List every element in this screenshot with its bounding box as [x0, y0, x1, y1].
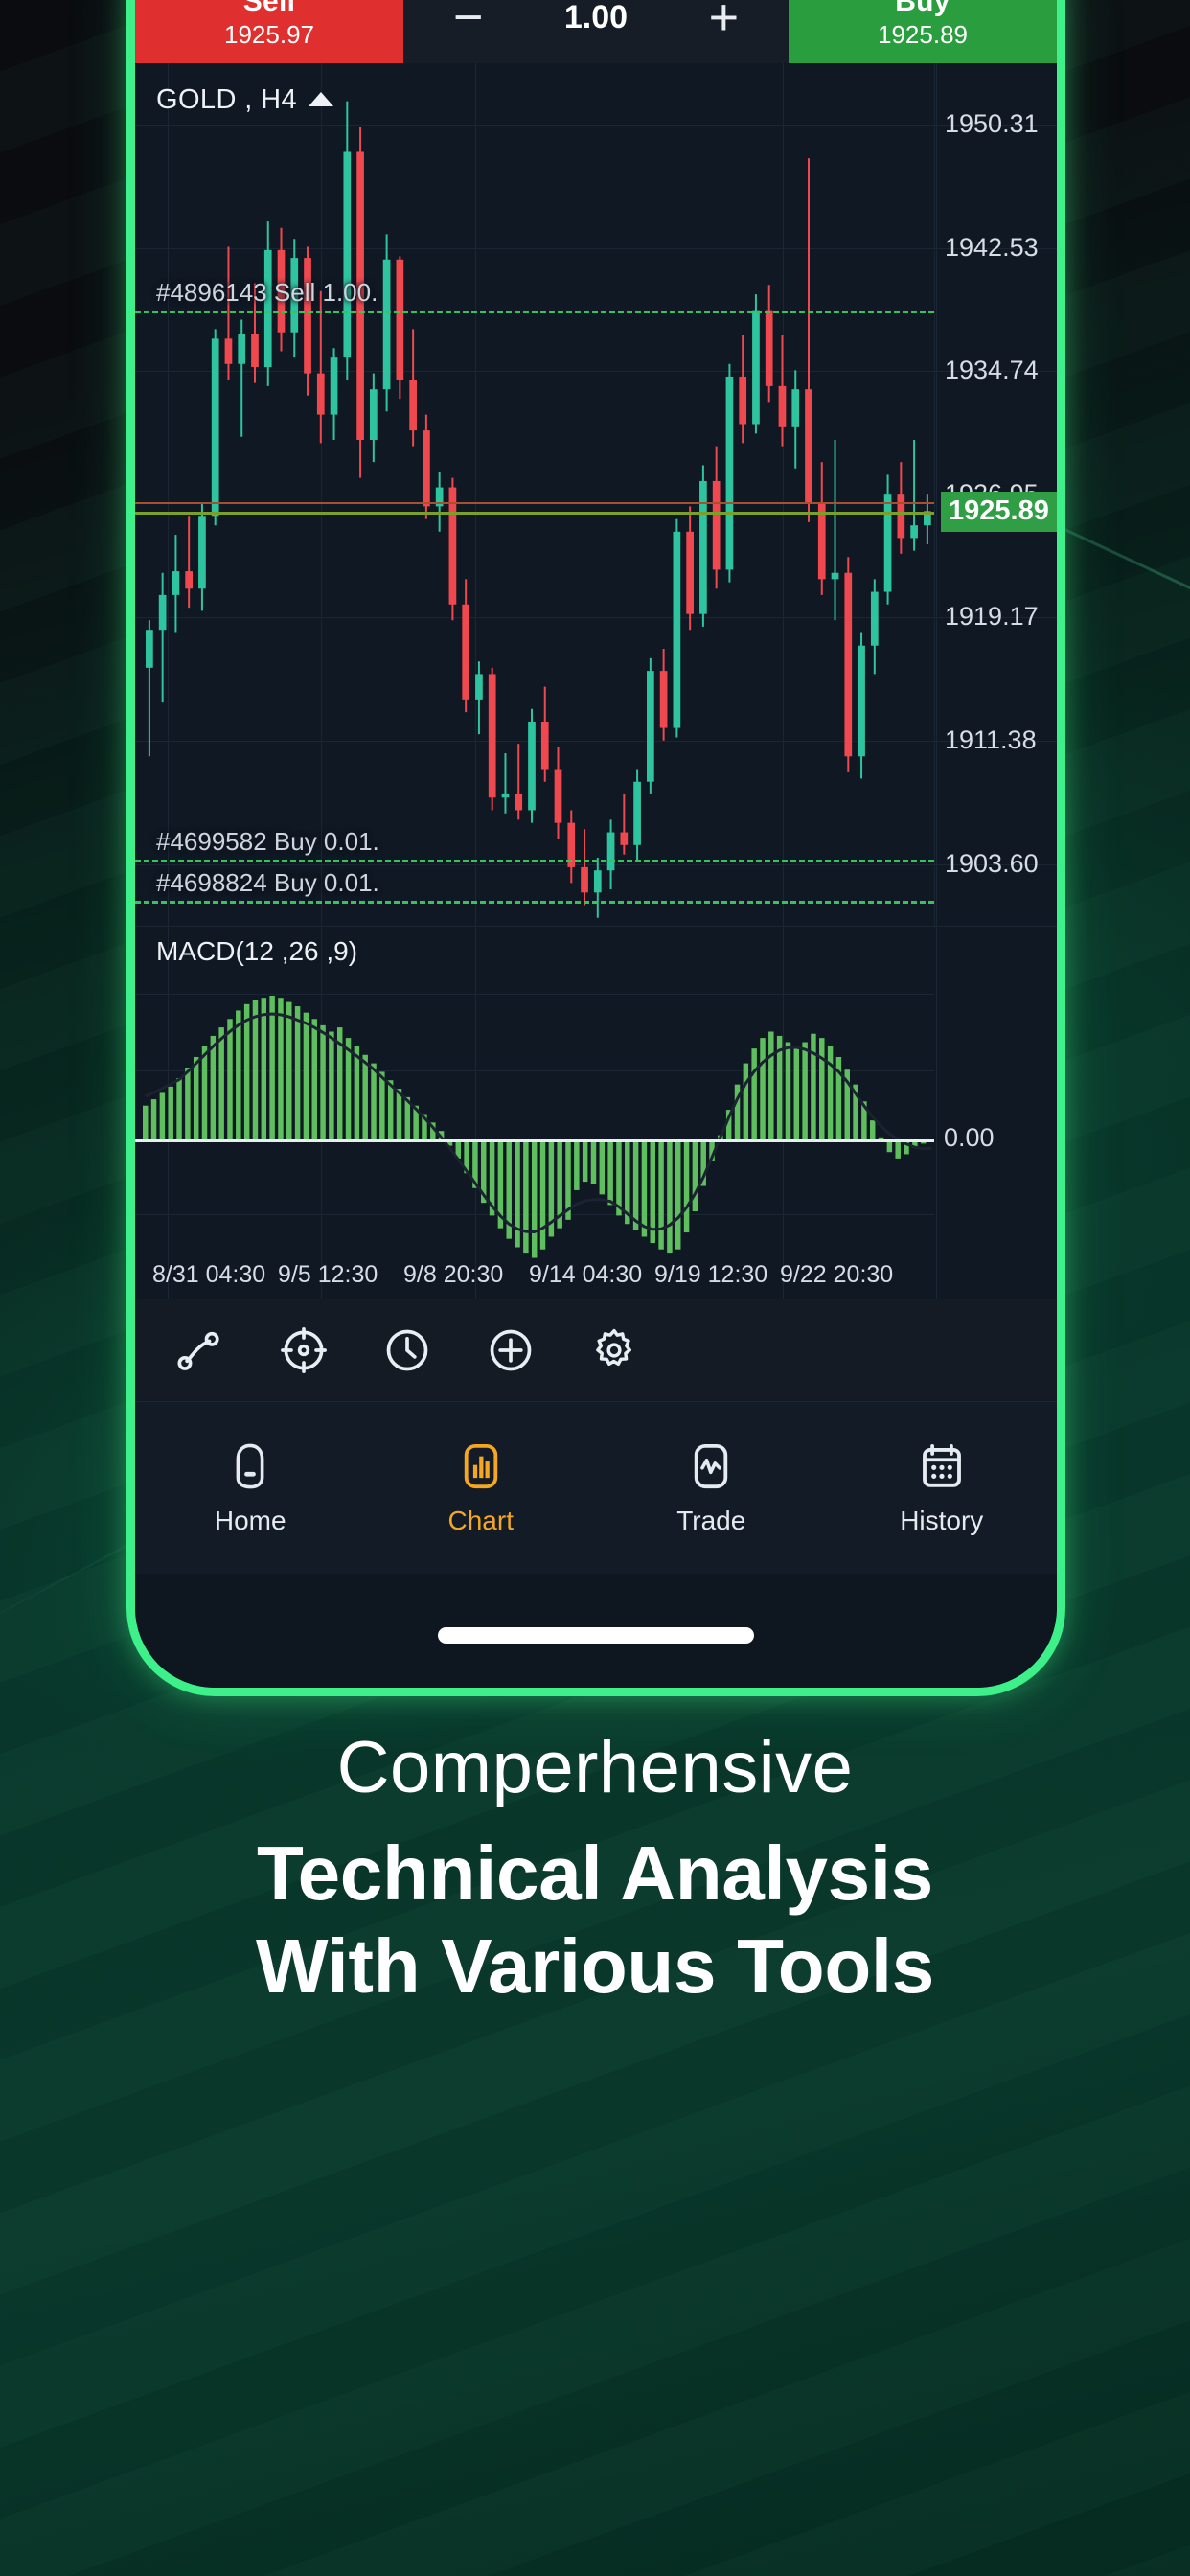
price-tick: 1942.53 [945, 232, 1039, 262]
volume-value[interactable]: 1.00 [564, 0, 628, 36]
order-label: #4698824 Buy 0.01. [156, 867, 379, 897]
nav-item-chart[interactable]: Chart [366, 1402, 597, 1574]
gridline-vertical [935, 927, 937, 1300]
nav-label-home: Home [214, 1505, 286, 1535]
symbol-header[interactable]: GOLD , H4 [156, 84, 334, 116]
time-tick: 9/14 04:30 [529, 1260, 643, 1288]
trade-icon [695, 1443, 728, 1488]
crosshair-icon[interactable] [279, 1325, 329, 1375]
price-chart[interactable]: GOLD , H4 #4896143 Sell 1.00. #4699582 Bu… [135, 63, 1057, 926]
current-price-tag: 1925.89 [941, 491, 1057, 532]
increment-button[interactable]: + [690, 0, 757, 43]
macd-zero-label: 0.00 [944, 1123, 995, 1152]
order-label: #4896143 Sell 1.00. [156, 277, 378, 307]
buy-button[interactable]: Buy 1925.89 [789, 0, 1057, 63]
trendline-icon[interactable] [175, 1325, 225, 1375]
nav-item-trade[interactable]: Trade [596, 1402, 827, 1574]
bid-price-line [135, 501, 934, 504]
sell-button[interactable]: Sell 1925.97 [135, 0, 403, 63]
time-tick: 9/19 12:30 [654, 1260, 768, 1288]
macd-zero-line [135, 1139, 934, 1142]
macd-panel[interactable]: MACD(12 ,26 ,9) 0.00 8/31 04:30 9/5 12:30… [135, 926, 1057, 1300]
time-tick: 9/5 12:30 [278, 1260, 378, 1288]
chart-icon [464, 1443, 497, 1488]
order-line[interactable] [135, 859, 934, 862]
phone-mockup: Sell 1925.97 − 1.00 + Buy 1925.89 GOLD ,… [126, 0, 1065, 1696]
price-tick: 1919.17 [945, 602, 1039, 632]
home-indicator[interactable] [438, 1627, 754, 1644]
nav-label-history: History [900, 1505, 984, 1535]
decrement-button[interactable]: − [435, 0, 502, 43]
gear-icon[interactable] [589, 1325, 639, 1375]
trade-bar: Sell 1925.97 − 1.00 + Buy 1925.89 [135, 0, 1057, 63]
time-tick: 8/31 04:30 [152, 1260, 266, 1288]
headline-line-1: Comperhensive [336, 1727, 854, 1808]
macd-histogram [143, 996, 934, 1258]
current-price-line [135, 511, 934, 515]
price-tick: 1911.38 [945, 725, 1037, 755]
chevron-up-icon [309, 92, 334, 106]
home-icon [236, 1443, 264, 1488]
history-icon [922, 1443, 961, 1487]
time-axis: 8/31 04:30 9/5 12:30 9/8 20:30 9/14 04:30 9/… [135, 1255, 934, 1294]
macd-label: MACD(12 ,26 ,9) [156, 936, 358, 966]
buy-label: Buy [895, 0, 950, 17]
nav-label-chart: Chart [447, 1505, 514, 1535]
nav-label-trade: Trade [676, 1505, 746, 1535]
price-tick: 1950.31 [945, 109, 1039, 139]
time-tick: 9/22 20:30 [780, 1260, 894, 1288]
clock-icon[interactable] [382, 1325, 432, 1375]
nav-item-history[interactable]: History [827, 1402, 1058, 1574]
price-tick: 1934.74 [945, 356, 1039, 385]
volume-stepper: − 1.00 + [403, 0, 789, 63]
nav-item-home[interactable]: Home [135, 1402, 366, 1574]
order-line[interactable] [135, 310, 934, 313]
phone-screen: Sell 1925.97 − 1.00 + Buy 1925.89 GOLD ,… [135, 0, 1057, 1688]
price-tick: 1903.60 [945, 848, 1039, 878]
candlestick-series [146, 101, 931, 918]
order-line[interactable] [135, 900, 934, 904]
buy-price: 1925.89 [878, 19, 968, 49]
price-axis[interactable]: 1950.311942.531934.741926.951919.171911.… [934, 63, 1057, 926]
sell-price: 1925.97 [224, 19, 314, 49]
drawing-toolbar [135, 1300, 1057, 1401]
headline-line-3: With Various Tools [256, 1923, 934, 2010]
order-label: #4699582 Buy 0.01. [156, 826, 379, 856]
headline-line-2: Technical Analysis [256, 1829, 933, 1916]
marketing-copy: Comperhensive Technical Analysis With Va… [0, 1725, 1190, 2013]
symbol-label: GOLD , H4 [156, 84, 298, 115]
time-tick: 9/8 20:30 [403, 1260, 504, 1288]
plus-icon[interactable] [486, 1325, 536, 1375]
sell-label: Sell [242, 0, 296, 17]
bottom-navigation: Home Chart Trade History [135, 1401, 1057, 1574]
